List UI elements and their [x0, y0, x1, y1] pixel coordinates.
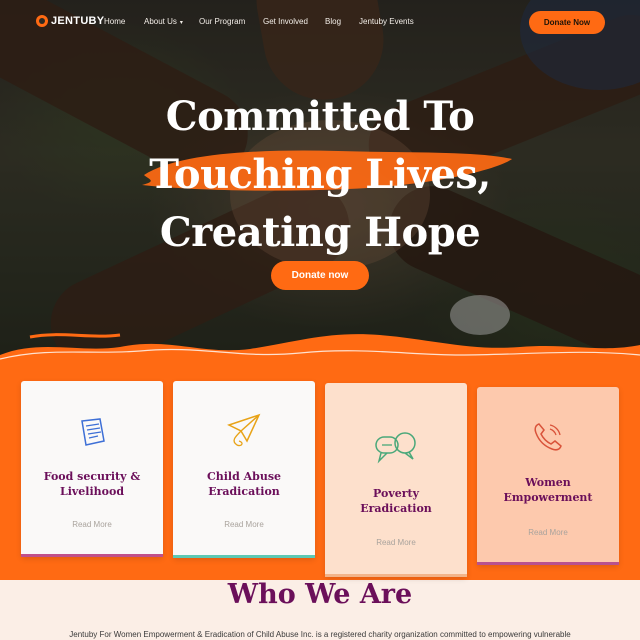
card-title-line: Women — [525, 476, 571, 489]
nav-item-label: About Us — [144, 17, 177, 26]
program-card-poverty[interactable]: Poverty Eradication Read More — [325, 383, 467, 577]
card-title-line: Eradication — [360, 502, 432, 515]
nav-item-jentuby-events[interactable]: Jentuby Events — [359, 17, 414, 26]
nav-item-get-involved[interactable]: Get Involved — [263, 17, 308, 26]
donate-now-hero-button[interactable]: Donate now — [271, 261, 369, 290]
card-title-line: Empowerment — [503, 491, 593, 504]
who-we-are-description: Jentuby For Women Empowerment & Eradicat… — [69, 630, 571, 639]
brand-logo[interactable]: JENTUBY — [36, 15, 104, 27]
nav-item-blog[interactable]: Blog — [325, 17, 341, 26]
card-title: Women Empowerment — [477, 475, 619, 505]
card-title-line: Eradication — [208, 485, 280, 498]
hero-title-line: Creating Hope — [159, 209, 481, 256]
card-title: Food security & Livelihood — [21, 469, 163, 499]
card-title-line: Food security & — [43, 470, 141, 483]
read-more-link[interactable]: Read More — [325, 538, 467, 547]
card-title-line: Livelihood — [59, 485, 125, 498]
chevron-down-icon: ▾ — [179, 20, 183, 26]
donate-now-button[interactable]: Donate Now — [529, 11, 605, 34]
paper-plane-icon — [227, 413, 261, 447]
card-title-line: Poverty — [373, 487, 419, 500]
card-title: Poverty Eradication — [325, 486, 467, 516]
card-title: Child Abuse Eradication — [173, 469, 315, 499]
program-card-child-abuse[interactable]: Child Abuse Eradication Read More — [173, 381, 315, 558]
hero-title-line: Committed To — [165, 93, 475, 140]
card-accent-bar — [477, 562, 619, 565]
card-accent-bar — [325, 574, 467, 577]
nav-item-home[interactable]: Home — [104, 17, 125, 26]
card-accent-bar — [173, 555, 315, 558]
chat-bubbles-icon — [375, 432, 416, 464]
program-card-food-security[interactable]: Food security & Livelihood Read More — [21, 381, 163, 557]
card-accent-bar — [21, 554, 163, 557]
read-more-link[interactable]: Read More — [173, 520, 315, 529]
hero-title-line: Touching Lives, — [149, 151, 491, 198]
program-card-women-empowerment[interactable]: Women Empowerment Read More — [477, 387, 619, 565]
card-title-line: Child Abuse — [206, 470, 282, 483]
section-heading-who-we-are: Who We Are — [227, 579, 413, 610]
brand-name: JENTUBY — [51, 15, 105, 27]
nav-item-our-program[interactable]: Our Program — [199, 17, 245, 26]
logo-icon — [36, 15, 48, 27]
nav-item-about-us[interactable]: About Us ▾ — [144, 17, 183, 26]
document-icon — [81, 418, 105, 446]
top-navigation: JENTUBY Home About Us ▾ Our Program Get I… — [0, 0, 640, 44]
phone-icon — [534, 423, 562, 451]
read-more-link[interactable]: Read More — [21, 520, 163, 529]
read-more-link[interactable]: Read More — [477, 528, 619, 537]
hero-title: Committed To Touching Lives, Creating Ho… — [0, 88, 640, 262]
